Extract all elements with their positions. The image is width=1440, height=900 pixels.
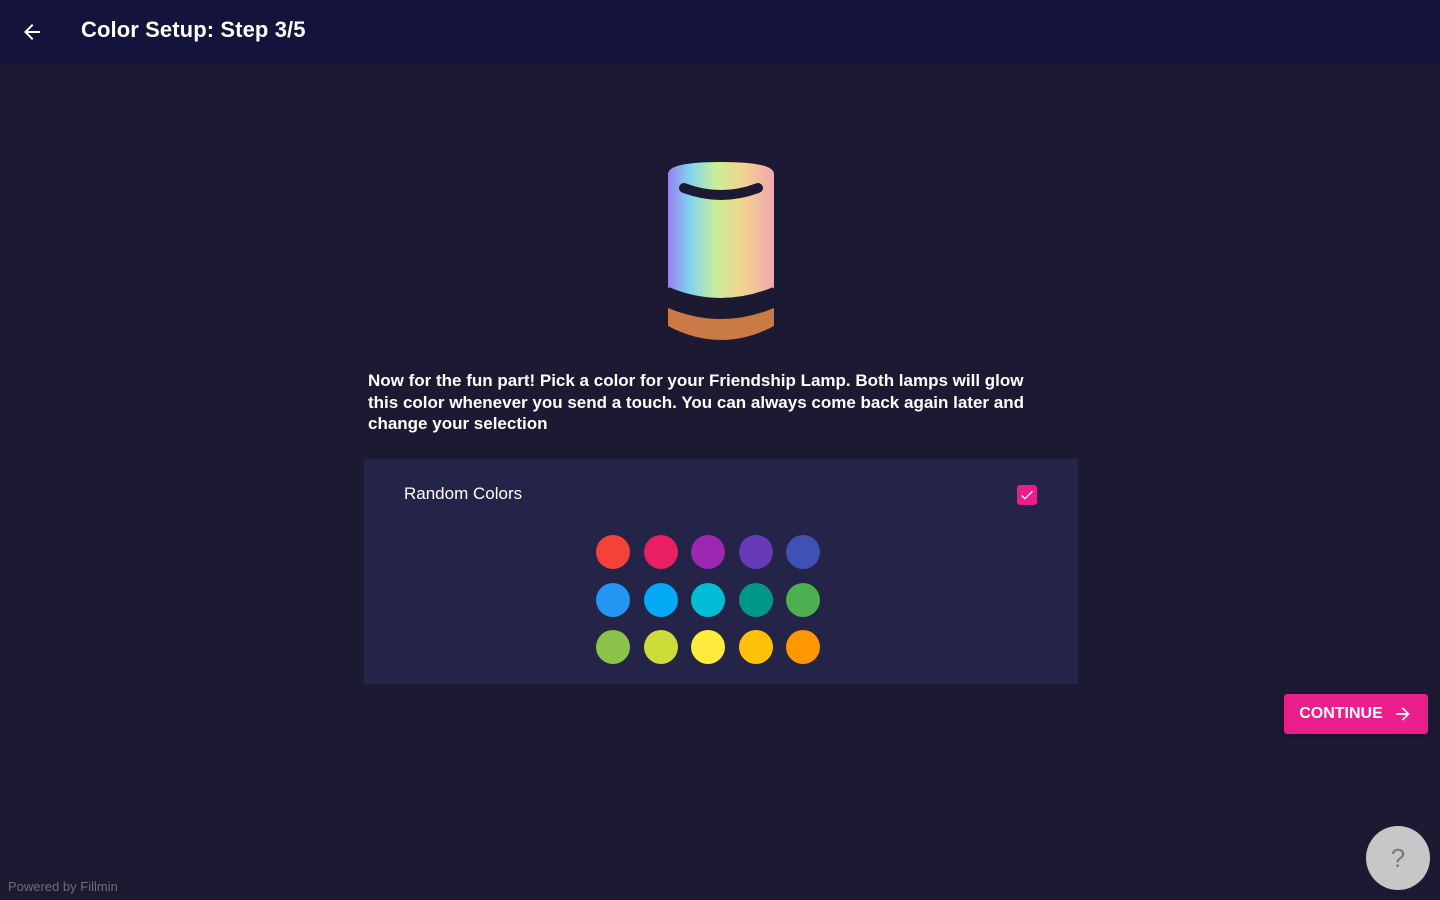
help-button[interactable]: ? (1366, 826, 1430, 890)
app-bar: Color Setup: Step 3/5 (0, 0, 1440, 64)
random-colors-label: Random Colors (404, 484, 523, 503)
back-button[interactable] (14, 14, 50, 50)
color-swatch[interactable] (596, 535, 630, 569)
color-swatch-grid (596, 535, 832, 664)
color-swatch[interactable] (786, 582, 820, 617)
continue-label: CONTINUE (1299, 705, 1383, 722)
color-swatch[interactable] (738, 582, 773, 617)
color-picker-card: Random Colors (364, 459, 1078, 684)
continue-button[interactable]: CONTINUE (1284, 694, 1428, 734)
color-swatch[interactable] (691, 535, 725, 569)
color-swatch[interactable] (786, 630, 820, 664)
check-icon (1021, 490, 1033, 500)
color-swatch[interactable] (738, 630, 773, 664)
color-swatch[interactable] (786, 535, 820, 569)
color-swatch[interactable] (691, 582, 725, 617)
color-swatch[interactable] (643, 630, 678, 664)
description-text: Now for the fun part! Pick a color for y… (368, 371, 1024, 433)
arrow-left-icon (24, 24, 40, 40)
color-swatch[interactable] (738, 535, 773, 569)
random-colors-checkbox[interactable] (1017, 485, 1037, 505)
color-swatch[interactable] (643, 582, 678, 617)
color-swatch[interactable] (691, 630, 725, 664)
lamp-icon (666, 162, 776, 340)
color-swatch[interactable] (596, 582, 630, 617)
page-title: Color Setup: Step 3/5 (81, 17, 306, 42)
color-swatch[interactable] (596, 630, 630, 664)
color-swatch[interactable] (643, 535, 678, 569)
powered-by-text: Powered by Fillmin (8, 879, 118, 894)
question-mark-icon: ? (1390, 842, 1406, 873)
arrow-right-icon (1396, 707, 1410, 721)
